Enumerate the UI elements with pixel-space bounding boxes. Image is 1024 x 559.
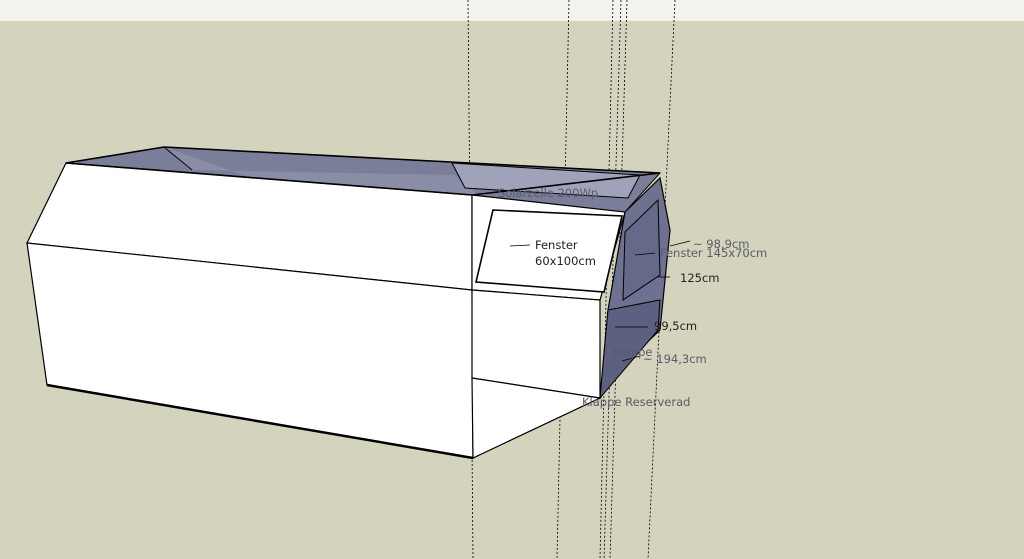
camper-box-model[interactable]: [0, 0, 1024, 559]
label-klappe-reserverad: Klappe Reserverad: [582, 395, 691, 409]
label-fenster-front: Fenster: [535, 238, 578, 252]
label-fenster-rear: Fenster 145x70cm: [660, 246, 768, 260]
label-dim-194-3: ~ 194,3cm: [643, 352, 707, 366]
sketchup-viewport[interactable]: Fenster 60x100cm Solarzelle 200Wp ~ 98,9…: [0, 0, 1024, 559]
label-dim-125: 125cm: [680, 271, 720, 285]
label-dim-99-5: 99,5cm: [654, 319, 698, 333]
label-solarzelle: Solarzelle 200Wp: [498, 186, 599, 200]
label-fenster-front-size: 60x100cm: [535, 254, 596, 268]
